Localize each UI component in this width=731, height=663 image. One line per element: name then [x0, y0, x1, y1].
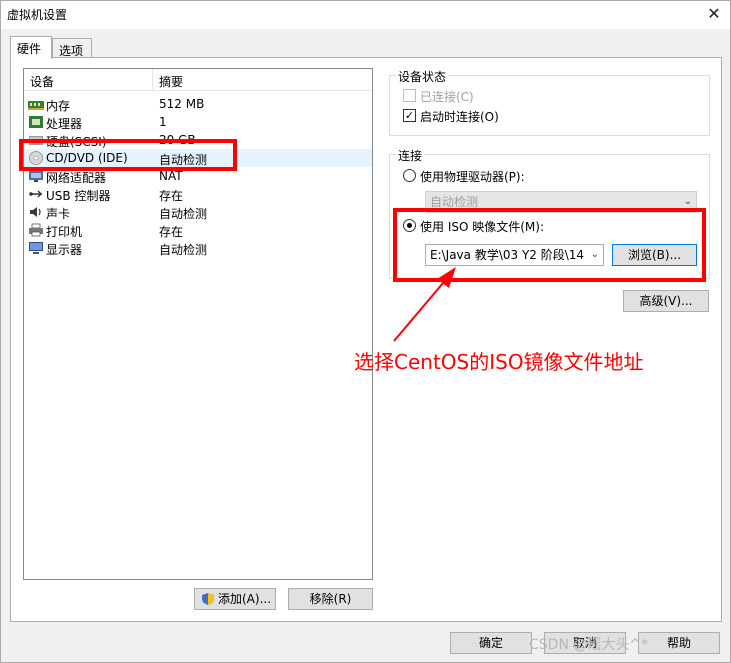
device-summary: NAT	[159, 169, 183, 183]
chevron-down-icon: ⌄	[588, 245, 599, 265]
title-bar: 虚拟机设置 ✕	[1, 1, 730, 29]
device-summary: 存在	[159, 225, 184, 239]
device-summary: 512 MB	[159, 97, 205, 111]
connected-checkbox[interactable]	[403, 89, 416, 102]
advanced-button[interactable]: 高级(V)...	[623, 290, 709, 312]
column-separator[interactable]	[152, 69, 153, 91]
help-button[interactable]: 帮助	[638, 632, 720, 654]
connect-at-power-on-checkbox[interactable]: ✓	[403, 109, 416, 122]
add-device-label: 添加(A)...	[218, 592, 272, 606]
printer-icon	[29, 223, 43, 237]
connected-label: 已连接(C)	[420, 90, 474, 104]
shield-icon	[202, 593, 214, 605]
device-name: 显示器	[46, 243, 83, 257]
device-row-processor[interactable]: 处理器 1	[24, 113, 372, 131]
display-icon	[29, 242, 43, 254]
device-row-sound-card[interactable]: 声卡 自动检测	[24, 203, 372, 221]
column-summary[interactable]: 摘要	[159, 73, 183, 90]
device-row-display[interactable]: 显示器 自动检测	[24, 239, 372, 257]
sound-card-icon	[30, 207, 41, 217]
device-summary: 存在	[159, 189, 184, 203]
device-status-title: 设备状态	[396, 68, 449, 85]
device-row-printer[interactable]: 打印机 存在	[24, 221, 372, 239]
cd-dvd-icon	[29, 151, 43, 165]
device-name: 打印机	[46, 225, 83, 239]
add-device-button[interactable]: 添加(A)...	[194, 588, 276, 610]
ok-button[interactable]: 确定	[450, 632, 532, 654]
device-name: 内存	[46, 99, 71, 113]
device-row-usb[interactable]: USB 控制器 存在	[24, 185, 372, 203]
device-row-hard-disk[interactable]: 硬盘(SCSI) 20 GB	[24, 131, 372, 149]
usb-icon	[29, 190, 42, 198]
iso-path-field[interactable]: E:\Java 教学\03 Y2 阶段\14 ⌄	[425, 244, 604, 266]
device-row-memory[interactable]: 内存 512 MB	[24, 95, 372, 113]
device-name: 声卡	[46, 207, 71, 221]
physical-drive-select[interactable]: 自动检测 ⌄	[425, 191, 697, 213]
device-name: USB 控制器	[46, 189, 111, 203]
device-summary: 20 GB	[159, 133, 196, 147]
iso-image-label: 使用 ISO 映像文件(M):	[420, 220, 544, 234]
window-title: 虚拟机设置	[7, 8, 68, 22]
device-summary: 自动检测	[159, 207, 208, 221]
device-name: 处理器	[46, 117, 83, 131]
annotation-text: 选择CentOS的ISO镜像文件地址	[354, 350, 644, 374]
physical-drive-label: 使用物理驱动器(P):	[420, 170, 525, 184]
device-summary: 1	[159, 115, 167, 129]
vm-settings-window: 虚拟机设置 ✕ 硬件 选项 设备 摘要 内存 512 MB 处理器 1 硬盘(S…	[0, 0, 731, 663]
device-row-cd-dvd[interactable]: CD/DVD (IDE) 自动检测	[24, 149, 372, 167]
network-adapter-icon	[29, 171, 43, 182]
physical-drive-value: 自动检测	[430, 195, 479, 209]
device-name: 硬盘(SCSI)	[46, 135, 107, 149]
connection-title: 连接	[396, 147, 425, 164]
browse-button[interactable]: 浏览(B)...	[612, 244, 697, 266]
device-row-network-adapter[interactable]: 网络适配器 NAT	[24, 167, 372, 185]
column-device[interactable]: 设备	[30, 73, 54, 90]
iso-path-value: E:\Java 教学\03 Y2 阶段\14	[430, 248, 585, 262]
memory-icon	[28, 101, 44, 110]
device-list[interactable]: 设备 摘要 内存 512 MB 处理器 1 硬盘(SCSI) 20 GB CD/…	[23, 68, 373, 580]
connect-at-power-on-label: 启动时连接(O)	[420, 110, 499, 124]
chevron-down-icon: ⌄	[683, 196, 692, 207]
connection-group: 连接 使用物理驱动器(P): 自动检测 ⌄ 使用 ISO 映像文件(M): E:…	[389, 147, 710, 279]
tab-hardware[interactable]: 硬件	[10, 36, 52, 59]
close-icon[interactable]: ✕	[704, 3, 724, 25]
device-list-header: 设备 摘要	[24, 69, 372, 91]
device-name: CD/DVD (IDE)	[46, 151, 128, 165]
device-name: 网络适配器	[46, 171, 107, 185]
hardware-panel: 设备 摘要 内存 512 MB 处理器 1 硬盘(SCSI) 20 GB CD/…	[10, 57, 722, 622]
tab-options[interactable]: 选项	[52, 38, 92, 58]
device-summary: 自动检测	[159, 243, 208, 257]
processor-icon	[29, 116, 43, 128]
iso-image-radio[interactable]	[403, 219, 416, 232]
watermark: CSDN @瑶大头^*	[529, 637, 649, 653]
remove-device-button[interactable]: 移除(R)	[288, 588, 373, 610]
physical-drive-radio[interactable]	[403, 169, 416, 182]
device-summary: 自动检测	[159, 153, 208, 167]
hard-disk-icon	[29, 136, 43, 145]
device-status-group: 设备状态 已连接(C) ✓ 启动时连接(O)	[389, 68, 710, 136]
